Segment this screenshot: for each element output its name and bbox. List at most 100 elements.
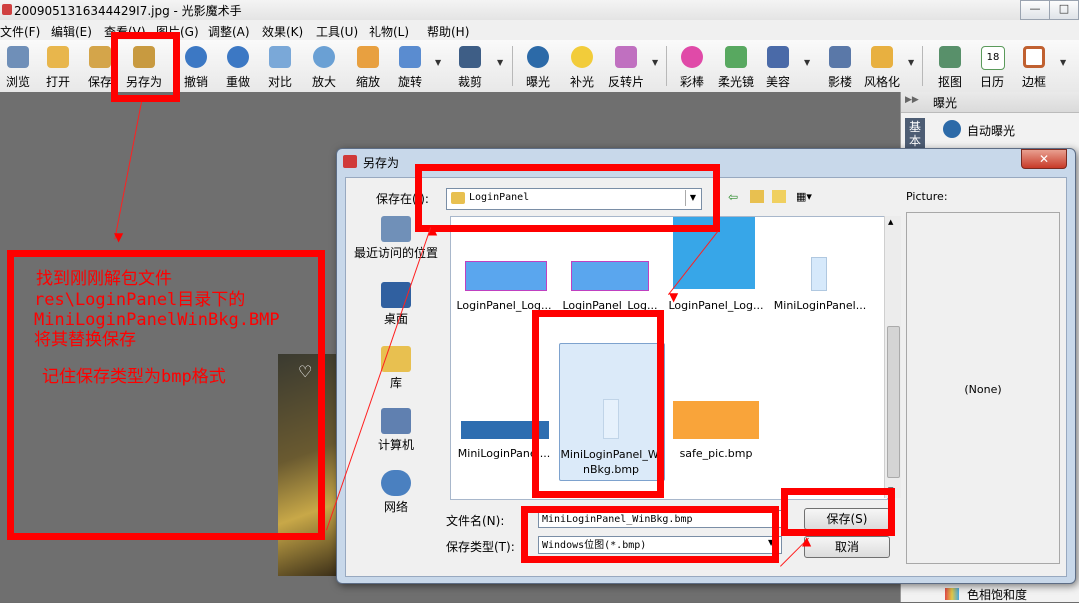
menu-effect[interactable]: 效果(K) <box>262 23 303 40</box>
calendar-icon: 18 <box>981 46 1005 70</box>
menu-adjust[interactable]: 调整(A) <box>208 23 250 40</box>
scroll-thumb[interactable] <box>887 326 900 478</box>
exposure-icon <box>943 120 961 138</box>
title-bar: 2009051316344429I7.jpg - 光影魔术手 — □ <box>0 0 1079 21</box>
preview-none-text: (None) <box>964 383 1002 396</box>
instruction-line-3: MiniLoginPanelWinBkg.BMP <box>34 310 280 330</box>
hue-saturation-item[interactable]: 色相饱和度 <box>941 586 1077 602</box>
place-libraries[interactable]: 库 <box>346 346 446 391</box>
zoom-in-button[interactable]: 放大 <box>304 44 344 90</box>
menu-edit[interactable]: 编辑(E) <box>51 23 92 40</box>
file-list-scrollbar[interactable]: ▲ ▼ <box>884 216 901 498</box>
cutout-button[interactable]: 抠图 <box>930 44 970 90</box>
calendar-button[interactable]: 18 日历 <box>972 44 1012 90</box>
file-thumbnail[interactable] <box>465 261 547 291</box>
color-wand-button[interactable]: 彩棒 <box>672 44 712 90</box>
instruction-line-4: 将其替换保存 <box>34 330 136 350</box>
file-name[interactable]: LoginPanel_Log... <box>665 299 767 312</box>
highlight-save-as <box>111 32 180 102</box>
arrowhead-icon: ▲ <box>428 223 438 237</box>
stylize-button[interactable]: 风格化 <box>862 44 902 90</box>
cancel-button[interactable]: 取消 <box>804 536 890 558</box>
recent-places-icon <box>381 216 411 242</box>
place-network[interactable]: 网络 <box>346 470 446 515</box>
exposure-icon <box>527 46 549 68</box>
tab-basic[interactable]: 基本 <box>905 118 925 150</box>
instruction-line-1: 找到刚刚解包文件 <box>36 269 172 289</box>
place-desktop[interactable]: 桌面 <box>346 282 446 327</box>
scroll-up-icon[interactable]: ▲ <box>888 218 893 226</box>
floppy-icon <box>89 46 111 68</box>
file-thumbnail[interactable] <box>571 261 649 291</box>
instruction-line-5: 记住保存类型为bmp格式 <box>42 367 226 387</box>
bulb-icon <box>571 46 593 68</box>
chevron-down-icon[interactable]: ▼ <box>1060 58 1066 67</box>
minimize-button[interactable]: — <box>1020 0 1050 20</box>
file-list[interactable]: LoginPanel_Log... LoginPanel_Log... Logi… <box>450 216 888 500</box>
chevron-down-icon[interactable]: ▼ <box>435 58 441 67</box>
undo-icon <box>185 46 207 68</box>
file-thumbnail[interactable] <box>811 257 827 291</box>
highlight-filename <box>521 506 779 563</box>
preview-label: Picture: <box>906 190 948 203</box>
dialog-title: 另存为 <box>363 156 400 170</box>
film-icon <box>615 46 637 68</box>
crop-button[interactable]: 裁剪 <box>450 44 490 90</box>
file-name[interactable]: MiniLoginPanel... <box>769 299 871 312</box>
face-icon <box>767 46 789 68</box>
highlight-target-file <box>532 310 664 498</box>
resize-button[interactable]: 缩放 <box>348 44 388 90</box>
fill-light-button[interactable]: 补光 <box>562 44 602 90</box>
border-button[interactable]: 边框 <box>1014 44 1054 90</box>
menu-gift[interactable]: 礼物(L) <box>369 23 409 40</box>
hue-icon <box>945 588 959 600</box>
arrowhead-icon: ▼ <box>669 290 679 304</box>
menu-help[interactable]: 帮助(H) <box>427 23 469 40</box>
close-button[interactable]: ✕ <box>1021 149 1067 169</box>
studio-button[interactable]: 影楼 <box>820 44 860 90</box>
frame-icon <box>1023 46 1045 68</box>
stylize-icon <box>871 46 893 68</box>
browse-icon <box>7 46 29 68</box>
beauty-button[interactable]: 美容 <box>758 44 798 90</box>
auto-exposure-item[interactable]: 自动曝光 <box>941 118 1077 140</box>
new-folder-icon[interactable] <box>772 190 786 203</box>
open-button[interactable]: 打开 <box>38 44 78 90</box>
menu-tools[interactable]: 工具(U) <box>316 23 358 40</box>
filename-label: 文件名(N): <box>446 514 505 528</box>
file-name[interactable]: safe_pic.bmp <box>665 447 767 460</box>
window-title: 2009051316344429I7.jpg - 光影魔术手 <box>14 4 242 18</box>
back-icon[interactable]: ⇦ <box>728 190 738 204</box>
computer-icon <box>381 408 411 434</box>
cutout-icon <box>939 46 961 68</box>
wand-icon <box>681 46 703 68</box>
studio-icon <box>829 46 851 68</box>
app-icon <box>2 4 12 15</box>
toolbar-separator <box>922 46 923 86</box>
maximize-button[interactable]: □ <box>1049 0 1079 20</box>
soft-focus-button[interactable]: 柔光镜 <box>716 44 756 90</box>
landscape-icon <box>725 46 747 68</box>
redo-button[interactable]: 重做 <box>218 44 258 90</box>
instruction-line-2: res\LoginPanel目录下的 <box>34 290 246 310</box>
reverse-film-button[interactable]: 反转片 <box>606 44 646 90</box>
compare-button[interactable]: 对比 <box>260 44 300 90</box>
network-icon <box>381 470 411 496</box>
filetype-label: 保存类型(T): <box>446 540 515 554</box>
menu-file[interactable]: 文件(F) <box>0 23 40 40</box>
up-folder-icon[interactable] <box>750 190 764 203</box>
chevron-down-icon[interactable]: ▼ <box>497 58 503 67</box>
compare-icon <box>269 46 291 68</box>
collapse-icon[interactable]: ▶▶ <box>905 95 919 105</box>
undo-button[interactable]: 撤销 <box>176 44 216 90</box>
file-thumbnail[interactable] <box>673 401 759 439</box>
chevron-down-icon[interactable]: ▼ <box>652 58 658 67</box>
chevron-down-icon[interactable]: ▼ <box>908 58 914 67</box>
rotate-button[interactable]: 旋转 <box>390 44 430 90</box>
highlight-save-button <box>781 488 895 536</box>
view-menu-icon[interactable]: ▦▾ <box>796 190 812 203</box>
exposure-button[interactable]: 曝光 <box>518 44 558 90</box>
chevron-down-icon[interactable]: ▼ <box>804 58 810 67</box>
resize-icon <box>357 46 379 68</box>
arrowhead-icon: ▲ <box>802 534 812 548</box>
